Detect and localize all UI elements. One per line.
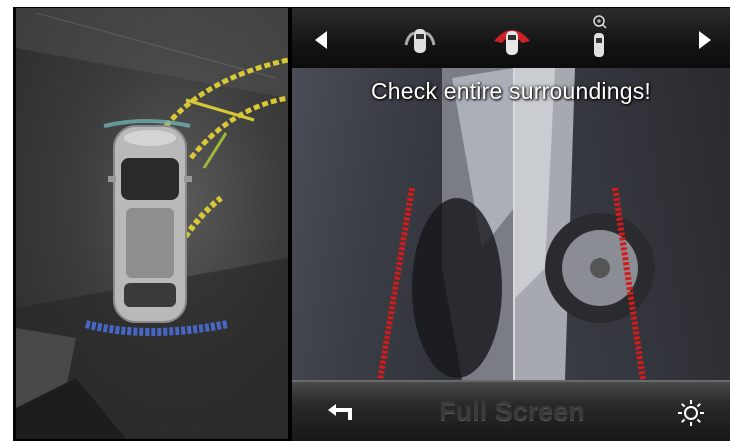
car-side-sensors-icon[interactable] xyxy=(400,22,440,58)
fullscreen-button[interactable]: Full Screen xyxy=(412,396,612,427)
back-arrow-icon[interactable] xyxy=(322,398,358,428)
view-selector-bar xyxy=(292,8,730,69)
warning-message: Check entire surroundings! xyxy=(370,78,652,104)
brightness-sun-icon[interactable] xyxy=(674,396,708,430)
camera-panel: Check entire surroundings! Full Screen xyxy=(292,8,730,441)
bottom-control-bar: Full Screen xyxy=(292,380,730,441)
triangle-right-icon[interactable] xyxy=(690,26,720,54)
camera-view-right xyxy=(515,68,730,380)
top-view-image xyxy=(16,8,288,439)
top-view-panel xyxy=(16,8,288,439)
car-front-view-icon[interactable] xyxy=(490,20,534,58)
triangle-left-icon[interactable] xyxy=(306,26,336,54)
car-zoom-icon[interactable] xyxy=(586,12,612,60)
car-top-icon xyxy=(108,125,192,323)
camera-view-left xyxy=(292,68,514,380)
